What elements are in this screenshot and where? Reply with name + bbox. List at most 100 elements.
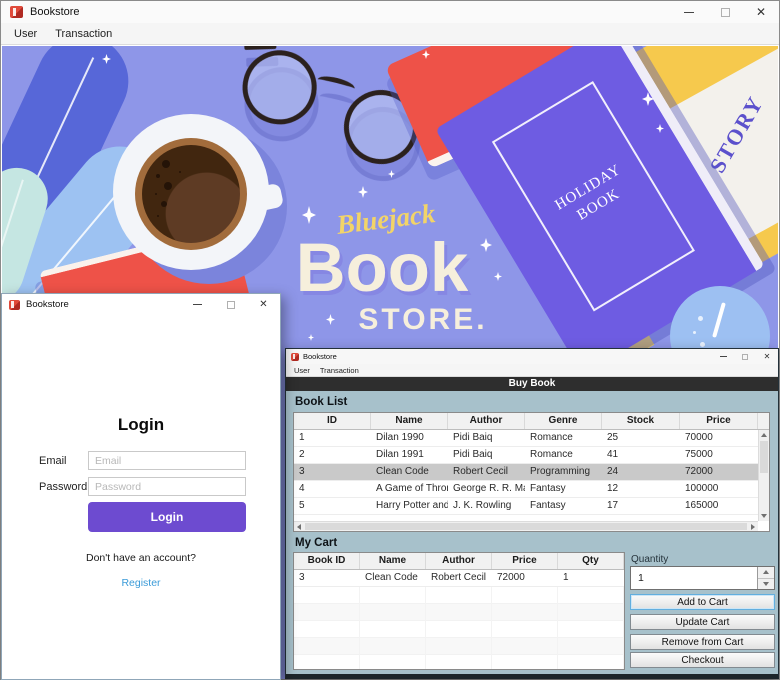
cell-name: Clean Code <box>376 466 429 477</box>
maximize-button[interactable] <box>707 1 743 23</box>
book-list-header: ID Name Author Genre Stock Price <box>294 413 769 430</box>
book-row-selected[interactable]: 3 Clean Code Robert Cecil Programming 24… <box>294 464 769 481</box>
minimize-button[interactable] <box>181 294 214 315</box>
menu-user[interactable]: User <box>5 28 46 40</box>
sparkle-icon <box>326 314 335 325</box>
close-button[interactable]: ✕ <box>756 349 778 364</box>
buybook-titlebar: Bookstore ✕ <box>286 349 778 364</box>
bookstore-logo-icon <box>9 299 20 310</box>
maximize-button[interactable] <box>214 294 247 315</box>
brand-title: Book <box>295 229 469 306</box>
scroll-left-button[interactable] <box>294 522 304 531</box>
cell-author: Robert Cecil <box>431 572 487 583</box>
cell-genre: Fantasy <box>530 483 566 494</box>
add-to-cart-button[interactable]: Add to Cart <box>630 594 775 610</box>
register-link[interactable]: Register <box>2 577 280 589</box>
column-header-qty: Qty <box>558 553 624 569</box>
login-heading: Login <box>117 415 165 434</box>
email-label: Email <box>39 455 67 467</box>
column-header-author: Author <box>426 553 492 569</box>
maximize-icon <box>226 300 235 309</box>
cart-row[interactable]: 3 Clean Code Robert Cecil 72000 1 <box>294 570 624 587</box>
book-row[interactable]: 4 A Game of Thron... George R. R. Mar...… <box>294 481 769 498</box>
column-header-price: Price <box>680 413 758 429</box>
cell-id: 3 <box>299 466 305 477</box>
cell-stock: 17 <box>607 500 619 511</box>
cell-id: 5 <box>299 500 305 511</box>
cart-table: Book ID Name Author Price Qty 3 Clean Co… <box>293 552 625 670</box>
coffee-bubbles-icon <box>162 160 170 168</box>
password-field[interactable] <box>88 477 246 496</box>
vertical-scrollbar[interactable] <box>758 430 769 521</box>
buy-book-window: Bookstore ✕ User Transaction Buy Book Bo… <box>285 348 779 679</box>
arrow-down-icon <box>763 581 769 586</box>
cell-name: A Game of Thron... <box>376 483 448 494</box>
email-field[interactable] <box>88 451 246 470</box>
book-row[interactable]: 5 Harry Potter and ... J. K. Rowling Fan… <box>294 498 769 515</box>
minimize-icon <box>719 356 727 357</box>
maximize-button[interactable] <box>734 349 756 364</box>
horizontal-scrollbar[interactable] <box>294 521 758 531</box>
page-title: Buy Book <box>286 377 778 391</box>
maximize-icon <box>742 353 748 360</box>
update-cart-button[interactable]: Update Cart <box>630 614 775 630</box>
cell-price: 72000 <box>685 466 713 477</box>
scroll-right-button[interactable] <box>748 522 758 531</box>
cell-author: Pidi Baiq <box>453 449 493 460</box>
arrow-left-icon <box>297 523 301 530</box>
menu-transaction[interactable]: Transaction <box>46 28 121 40</box>
cell-id: 2 <box>299 449 305 460</box>
brand-subtitle: STORE. <box>358 303 488 336</box>
empty-row <box>294 621 624 638</box>
spinner-up-button[interactable] <box>758 567 774 579</box>
login-window: Bookstore ✕ Login Email Password Login D… <box>1 293 281 680</box>
scrollbar-thumb[interactable] <box>305 523 747 530</box>
remove-from-cart-button[interactable]: Remove from Cart <box>630 634 775 650</box>
cell-author: Pidi Baiq <box>453 432 493 443</box>
quantity-label: Quantity <box>631 554 669 565</box>
spinner-down-button[interactable] <box>758 578 774 589</box>
login-button[interactable]: Login <box>88 502 246 532</box>
sparkle-icon <box>358 186 368 198</box>
column-header-genre: Genre <box>525 413 602 429</box>
cell-id: 1 <box>299 432 305 443</box>
sparkle-icon <box>302 206 316 224</box>
book-row[interactable]: 1 Dilan 1990 Pidi Baiq Romance 25 70000 <box>294 430 769 447</box>
spinner-buttons <box>757 567 774 589</box>
arrow-down-icon <box>761 514 767 518</box>
checkout-button[interactable]: Checkout <box>630 652 775 668</box>
book-list-table: ID Name Author Genre Stock Price 1 Dilan… <box>293 412 770 532</box>
menu-user[interactable]: User <box>289 366 315 375</box>
cell-stock: 12 <box>607 483 619 494</box>
window-controls: ✕ <box>671 1 779 23</box>
close-button[interactable]: ✕ <box>247 294 280 315</box>
empty-row <box>294 604 624 621</box>
column-header-name: Name <box>360 553 426 569</box>
sparkle-icon <box>494 272 502 281</box>
glasses-left-lens <box>234 46 325 133</box>
quantity-input[interactable] <box>631 567 755 589</box>
close-button[interactable]: ✕ <box>743 1 779 23</box>
no-account-text: Don't have an account? <box>86 552 196 564</box>
my-cart-label: My Cart <box>295 537 338 549</box>
window-controls: ✕ <box>712 349 778 364</box>
cell-author: Robert Cecil <box>453 466 509 477</box>
cell-book-id: 3 <box>299 572 305 583</box>
minimize-button[interactable] <box>671 1 707 23</box>
scroll-down-button[interactable] <box>759 511 769 521</box>
glasses-bridge <box>316 73 357 95</box>
cell-price: 165000 <box>685 500 719 511</box>
cell-name: Clean Code <box>365 572 418 583</box>
menu-transaction[interactable]: Transaction <box>315 366 364 375</box>
minimize-button[interactable] <box>712 349 734 364</box>
glasses-left-wing <box>244 46 277 50</box>
scroll-up-button[interactable] <box>759 430 769 440</box>
scrollbar-thumb[interactable] <box>760 441 768 473</box>
window-title: Bookstore <box>26 299 69 310</box>
cell-stock: 25 <box>607 432 619 443</box>
window-title: Bookstore <box>303 352 337 361</box>
arrow-up-icon <box>763 570 769 575</box>
main-titlebar: Bookstore ✕ <box>1 1 779 23</box>
book-row[interactable]: 2 Dilan 1991 Pidi Baiq Romance 41 75000 <box>294 447 769 464</box>
cell-qty: 1 <box>563 572 569 583</box>
